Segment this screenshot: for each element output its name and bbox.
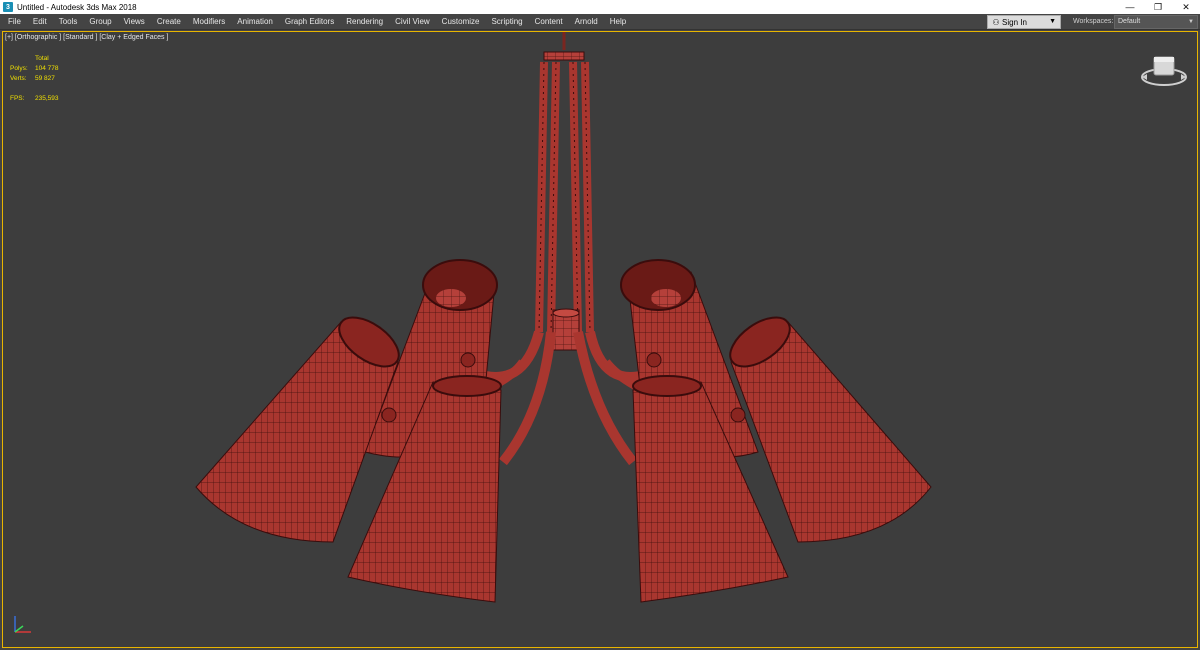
sign-in-label: Sign In [1002,17,1027,27]
sign-in-dropdown[interactable]: ⚇ Sign In ▼ [987,15,1061,29]
menu-graph-editors[interactable]: Graph Editors [279,14,340,30]
menu-edit[interactable]: Edit [27,14,53,30]
menu-help[interactable]: Help [604,14,632,30]
menu-file[interactable]: File [0,14,27,30]
menu-animation[interactable]: Animation [231,14,279,30]
restore-button[interactable]: ❐ [1144,0,1172,14]
menu-views[interactable]: Views [118,14,151,30]
minimize-button[interactable]: — [1116,0,1144,14]
menu-customize[interactable]: Customize [436,14,486,30]
lamp-shade [195,316,400,543]
app-icon: 3 [3,2,13,12]
chandelier-model[interactable] [3,32,1199,649]
axis-tripod-icon [14,616,31,633]
menu-content[interactable]: Content [529,14,569,30]
user-icon: ⚇ [992,17,1000,27]
chevron-down-icon: ▼ [1188,19,1194,25]
close-button[interactable]: ✕ [1172,0,1200,14]
window-controls: — ❐ ✕ [1116,0,1200,14]
menu-create[interactable]: Create [151,14,187,30]
menu-scripting[interactable]: Scripting [485,14,528,30]
menu-modifiers[interactable]: Modifiers [187,14,231,30]
title-bar: 3 Untitled - Autodesk 3ds Max 2018 — ❐ ✕ [0,0,1200,14]
menu-rendering[interactable]: Rendering [340,14,389,30]
menu-civil-view[interactable]: Civil View [389,14,436,30]
chevron-down-icon: ▼ [1049,18,1056,25]
workspaces-select[interactable]: Default ▼ [1114,15,1198,29]
workspaces-label: Workspaces: [1073,18,1114,25]
viewport[interactable]: [+] [Orthographic ] [Standard ] [Clay + … [2,31,1198,648]
menu-tools[interactable]: Tools [53,14,84,30]
menu-group[interactable]: Group [83,14,117,30]
workspaces-value: Default [1118,18,1141,25]
window-title: Untitled - Autodesk 3ds Max 2018 [17,2,137,12]
menu-arnold[interactable]: Arnold [569,14,604,30]
